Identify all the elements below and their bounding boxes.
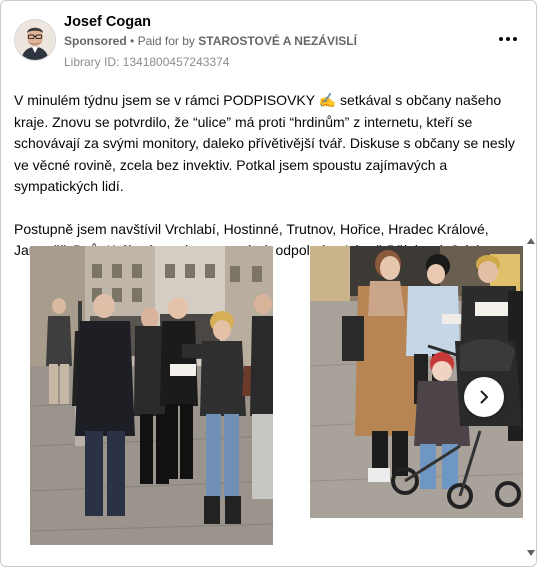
- scroll-up-arrow-icon[interactable]: [526, 236, 536, 246]
- sponsor-line: Sponsored • Paid for by STAROSTOVÉ A NEZ…: [64, 34, 357, 48]
- payer-name[interactable]: STAROSTOVÉ A NEZÁVISLÍ: [198, 34, 357, 48]
- post-paragraph-1: V minulém týdnu jsem se v rámci PODPISOV…: [14, 92, 515, 194]
- library-id: Library ID: 1341800457243374: [64, 55, 230, 69]
- street-scene-photo: [30, 246, 273, 545]
- more-options-icon: [506, 37, 510, 41]
- more-options-icon: [513, 37, 517, 41]
- avatar-photo: [15, 20, 55, 60]
- more-options-icon: [499, 37, 503, 41]
- sponsored-label: Sponsored: [64, 34, 127, 48]
- paid-for-text: Paid for by: [137, 34, 195, 48]
- scroll-up-glyph: [527, 238, 535, 244]
- author-name[interactable]: Josef Cogan: [64, 14, 151, 30]
- chevron-right-icon: [480, 390, 488, 404]
- post-photo-1[interactable]: [30, 246, 273, 545]
- meta-separator: •: [130, 34, 138, 48]
- avatar[interactable]: [14, 19, 56, 61]
- scrollbar[interactable]: [526, 236, 536, 566]
- ad-post-card: Josef Cogan Sponsored • Paid for by STAR…: [0, 0, 537, 567]
- more-options-button[interactable]: [496, 29, 520, 49]
- scroll-down-glyph: [527, 550, 535, 556]
- carousel-next-button[interactable]: [464, 377, 504, 417]
- scroll-down-arrow-icon[interactable]: [526, 548, 536, 558]
